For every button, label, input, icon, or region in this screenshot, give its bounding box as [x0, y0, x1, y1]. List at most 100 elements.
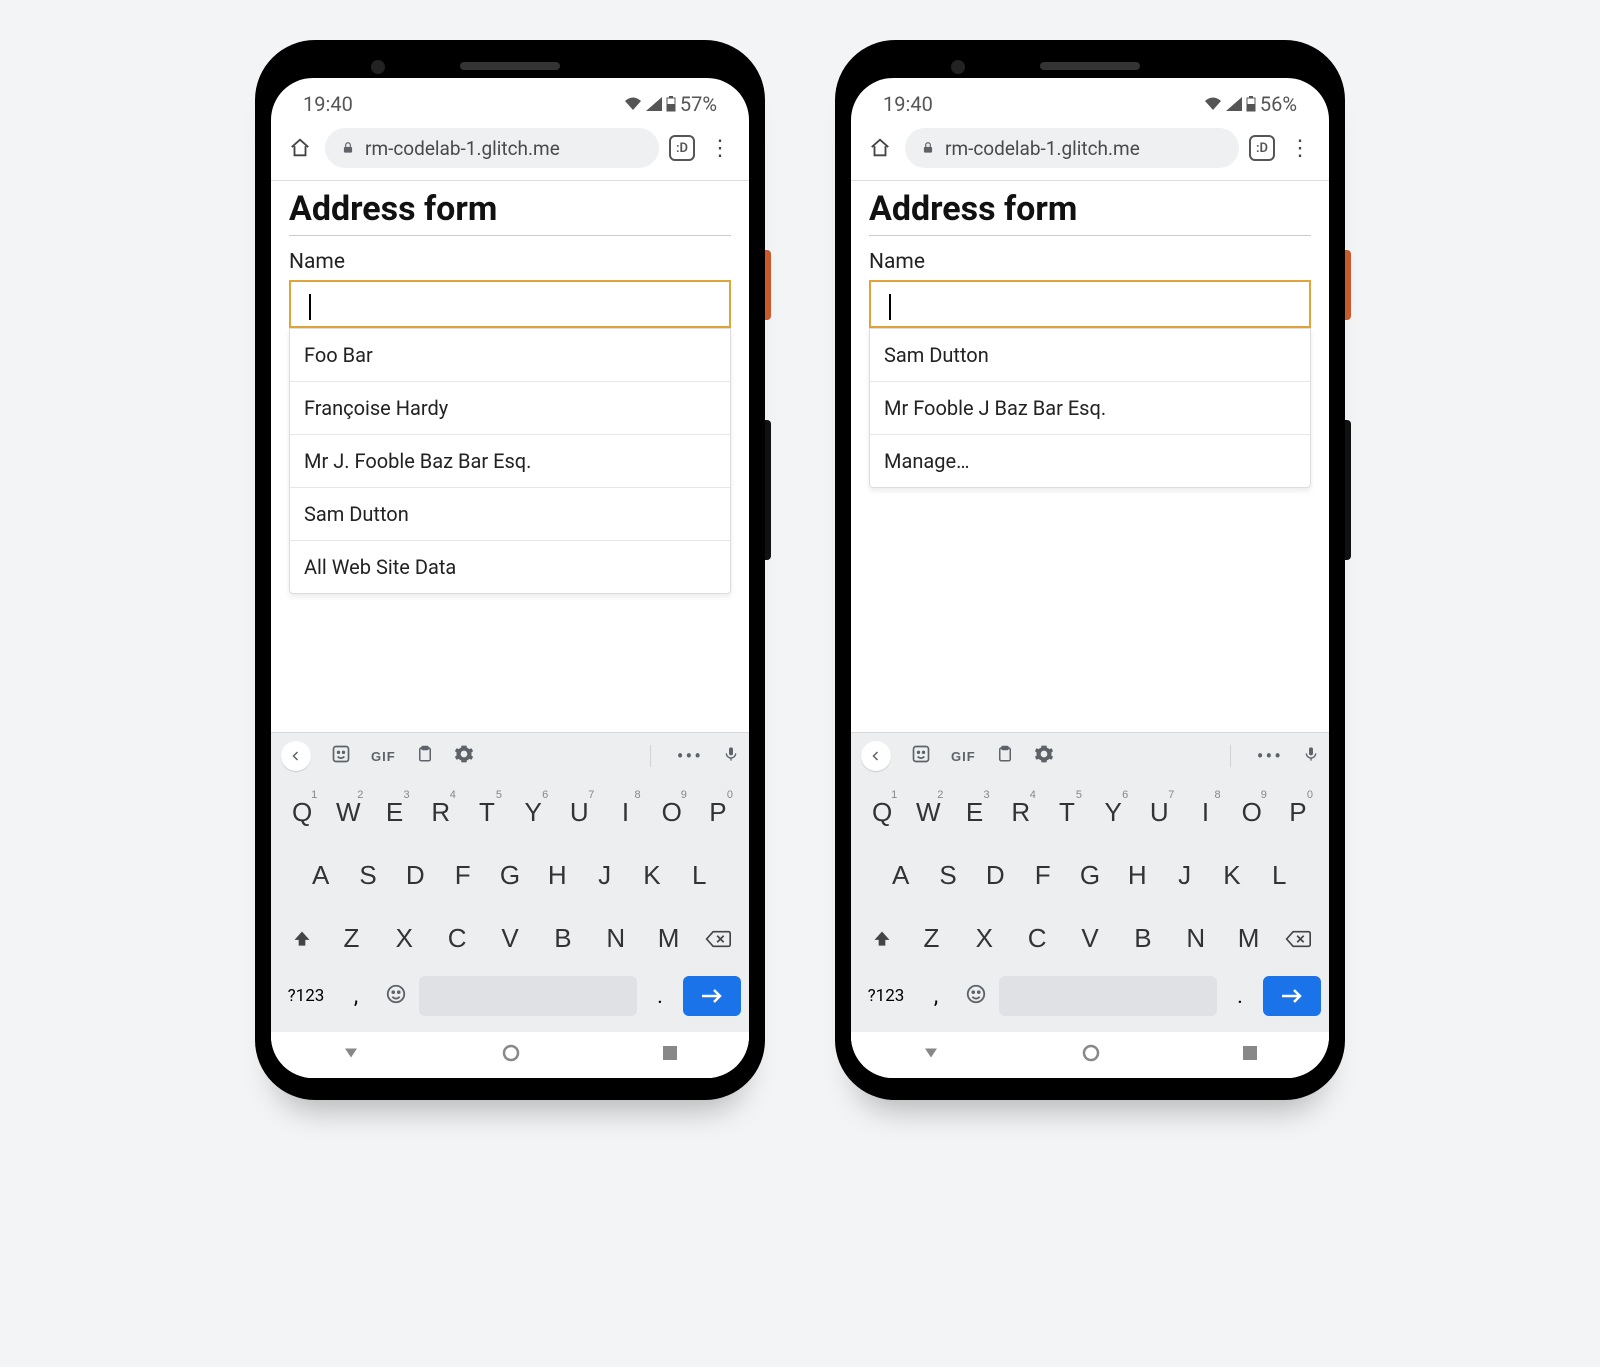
key-z[interactable]: Z [325, 913, 378, 964]
key-x[interactable]: X [378, 913, 431, 964]
key-d[interactable]: D [972, 850, 1019, 901]
key-c[interactable]: C [1011, 913, 1064, 964]
nav-recent-icon[interactable] [1242, 1045, 1258, 1065]
key-i[interactable]: I8 [602, 787, 648, 838]
key-r[interactable]: R4 [418, 787, 464, 838]
key-l[interactable]: L [676, 850, 723, 901]
mic-icon[interactable] [1303, 744, 1319, 768]
symbols-key[interactable]: ?123 [859, 986, 913, 1006]
nav-back-icon[interactable] [342, 1044, 360, 1066]
shift-key[interactable] [279, 929, 325, 949]
nav-back-icon[interactable] [922, 1044, 940, 1066]
key-f[interactable]: F [439, 850, 486, 901]
chevron-left-icon[interactable] [281, 741, 311, 771]
period-key[interactable]: . [643, 984, 677, 1009]
comma-key[interactable]: , [339, 984, 373, 1009]
autofill-option[interactable]: All Web Site Data [290, 540, 730, 593]
key-h[interactable]: H [1114, 850, 1161, 901]
key-j[interactable]: J [1161, 850, 1208, 901]
key-p[interactable]: P0 [1275, 787, 1321, 838]
key-w[interactable]: W2 [325, 787, 371, 838]
space-key[interactable] [419, 976, 637, 1016]
autofill-option[interactable]: Sam Dutton [870, 329, 1310, 381]
backspace-key[interactable] [1275, 929, 1321, 949]
space-key[interactable] [999, 976, 1217, 1016]
key-l[interactable]: L [1256, 850, 1303, 901]
emoji-key[interactable] [379, 983, 413, 1009]
key-v[interactable]: V [484, 913, 537, 964]
key-s[interactable]: S [924, 850, 971, 901]
gear-icon[interactable] [1034, 744, 1054, 768]
key-s[interactable]: S [344, 850, 391, 901]
autofill-option[interactable]: Sam Dutton [290, 487, 730, 540]
tabs-button[interactable]: :D [1249, 135, 1275, 161]
key-m[interactable]: M [1222, 913, 1275, 964]
sticker-icon[interactable] [911, 744, 931, 768]
clipboard-icon[interactable] [416, 744, 434, 768]
key-c[interactable]: C [431, 913, 484, 964]
name-input[interactable] [869, 280, 1311, 328]
autofill-option[interactable]: Françoise Hardy [290, 381, 730, 434]
key-a[interactable]: A [877, 850, 924, 901]
key-z[interactable]: Z [905, 913, 958, 964]
key-b[interactable]: B [536, 913, 589, 964]
key-t[interactable]: T5 [1044, 787, 1090, 838]
nav-home-icon[interactable] [1082, 1044, 1100, 1066]
enter-key[interactable] [1263, 976, 1321, 1016]
clipboard-icon[interactable] [996, 744, 1014, 768]
key-q[interactable]: Q1 [279, 787, 325, 838]
key-i[interactable]: I8 [1182, 787, 1228, 838]
autofill-option[interactable]: Mr J. Fooble Baz Bar Esq. [290, 434, 730, 487]
key-f[interactable]: F [1019, 850, 1066, 901]
gif-button[interactable]: GIF [951, 749, 976, 764]
key-n[interactable]: N [589, 913, 642, 964]
backspace-key[interactable] [695, 929, 741, 949]
enter-key[interactable] [683, 976, 741, 1016]
chevron-left-icon[interactable] [861, 741, 891, 771]
gear-icon[interactable] [454, 744, 474, 768]
key-g[interactable]: G [486, 850, 533, 901]
key-k[interactable]: K [628, 850, 675, 901]
address-bar[interactable]: rm-codelab-1.glitch.me [905, 128, 1239, 168]
key-a[interactable]: A [297, 850, 344, 901]
key-t[interactable]: T5 [464, 787, 510, 838]
key-r[interactable]: R4 [998, 787, 1044, 838]
key-e[interactable]: E3 [371, 787, 417, 838]
name-input[interactable] [289, 280, 731, 328]
home-icon[interactable] [285, 133, 315, 163]
key-b[interactable]: B [1116, 913, 1169, 964]
symbols-key[interactable]: ?123 [279, 986, 333, 1006]
key-q[interactable]: Q1 [859, 787, 905, 838]
key-w[interactable]: W2 [905, 787, 951, 838]
key-g[interactable]: G [1066, 850, 1113, 901]
key-x[interactable]: X [958, 913, 1011, 964]
key-y[interactable]: Y6 [510, 787, 556, 838]
key-e[interactable]: E3 [951, 787, 997, 838]
autofill-option[interactable]: Foo Bar [290, 329, 730, 381]
shift-key[interactable] [859, 929, 905, 949]
key-h[interactable]: H [534, 850, 581, 901]
overflow-menu-icon[interactable]: ⋮ [705, 133, 735, 163]
overflow-menu-icon[interactable]: ⋮ [1285, 133, 1315, 163]
autofill-option[interactable]: Manage… [870, 434, 1310, 487]
period-key[interactable]: . [1223, 984, 1257, 1009]
key-k[interactable]: K [1208, 850, 1255, 901]
key-o[interactable]: O9 [649, 787, 695, 838]
nav-home-icon[interactable] [502, 1044, 520, 1066]
key-d[interactable]: D [392, 850, 439, 901]
mic-icon[interactable] [723, 744, 739, 768]
tabs-button[interactable]: :D [669, 135, 695, 161]
key-v[interactable]: V [1064, 913, 1117, 964]
key-u[interactable]: U7 [1136, 787, 1182, 838]
comma-key[interactable]: , [919, 984, 953, 1009]
key-n[interactable]: N [1169, 913, 1222, 964]
more-icon[interactable]: ••• [1257, 744, 1283, 768]
key-m[interactable]: M [642, 913, 695, 964]
home-icon[interactable] [865, 133, 895, 163]
more-icon[interactable]: ••• [677, 744, 703, 768]
address-bar[interactable]: rm-codelab-1.glitch.me [325, 128, 659, 168]
emoji-key[interactable] [959, 983, 993, 1009]
key-p[interactable]: P0 [695, 787, 741, 838]
gif-button[interactable]: GIF [371, 749, 396, 764]
sticker-icon[interactable] [331, 744, 351, 768]
